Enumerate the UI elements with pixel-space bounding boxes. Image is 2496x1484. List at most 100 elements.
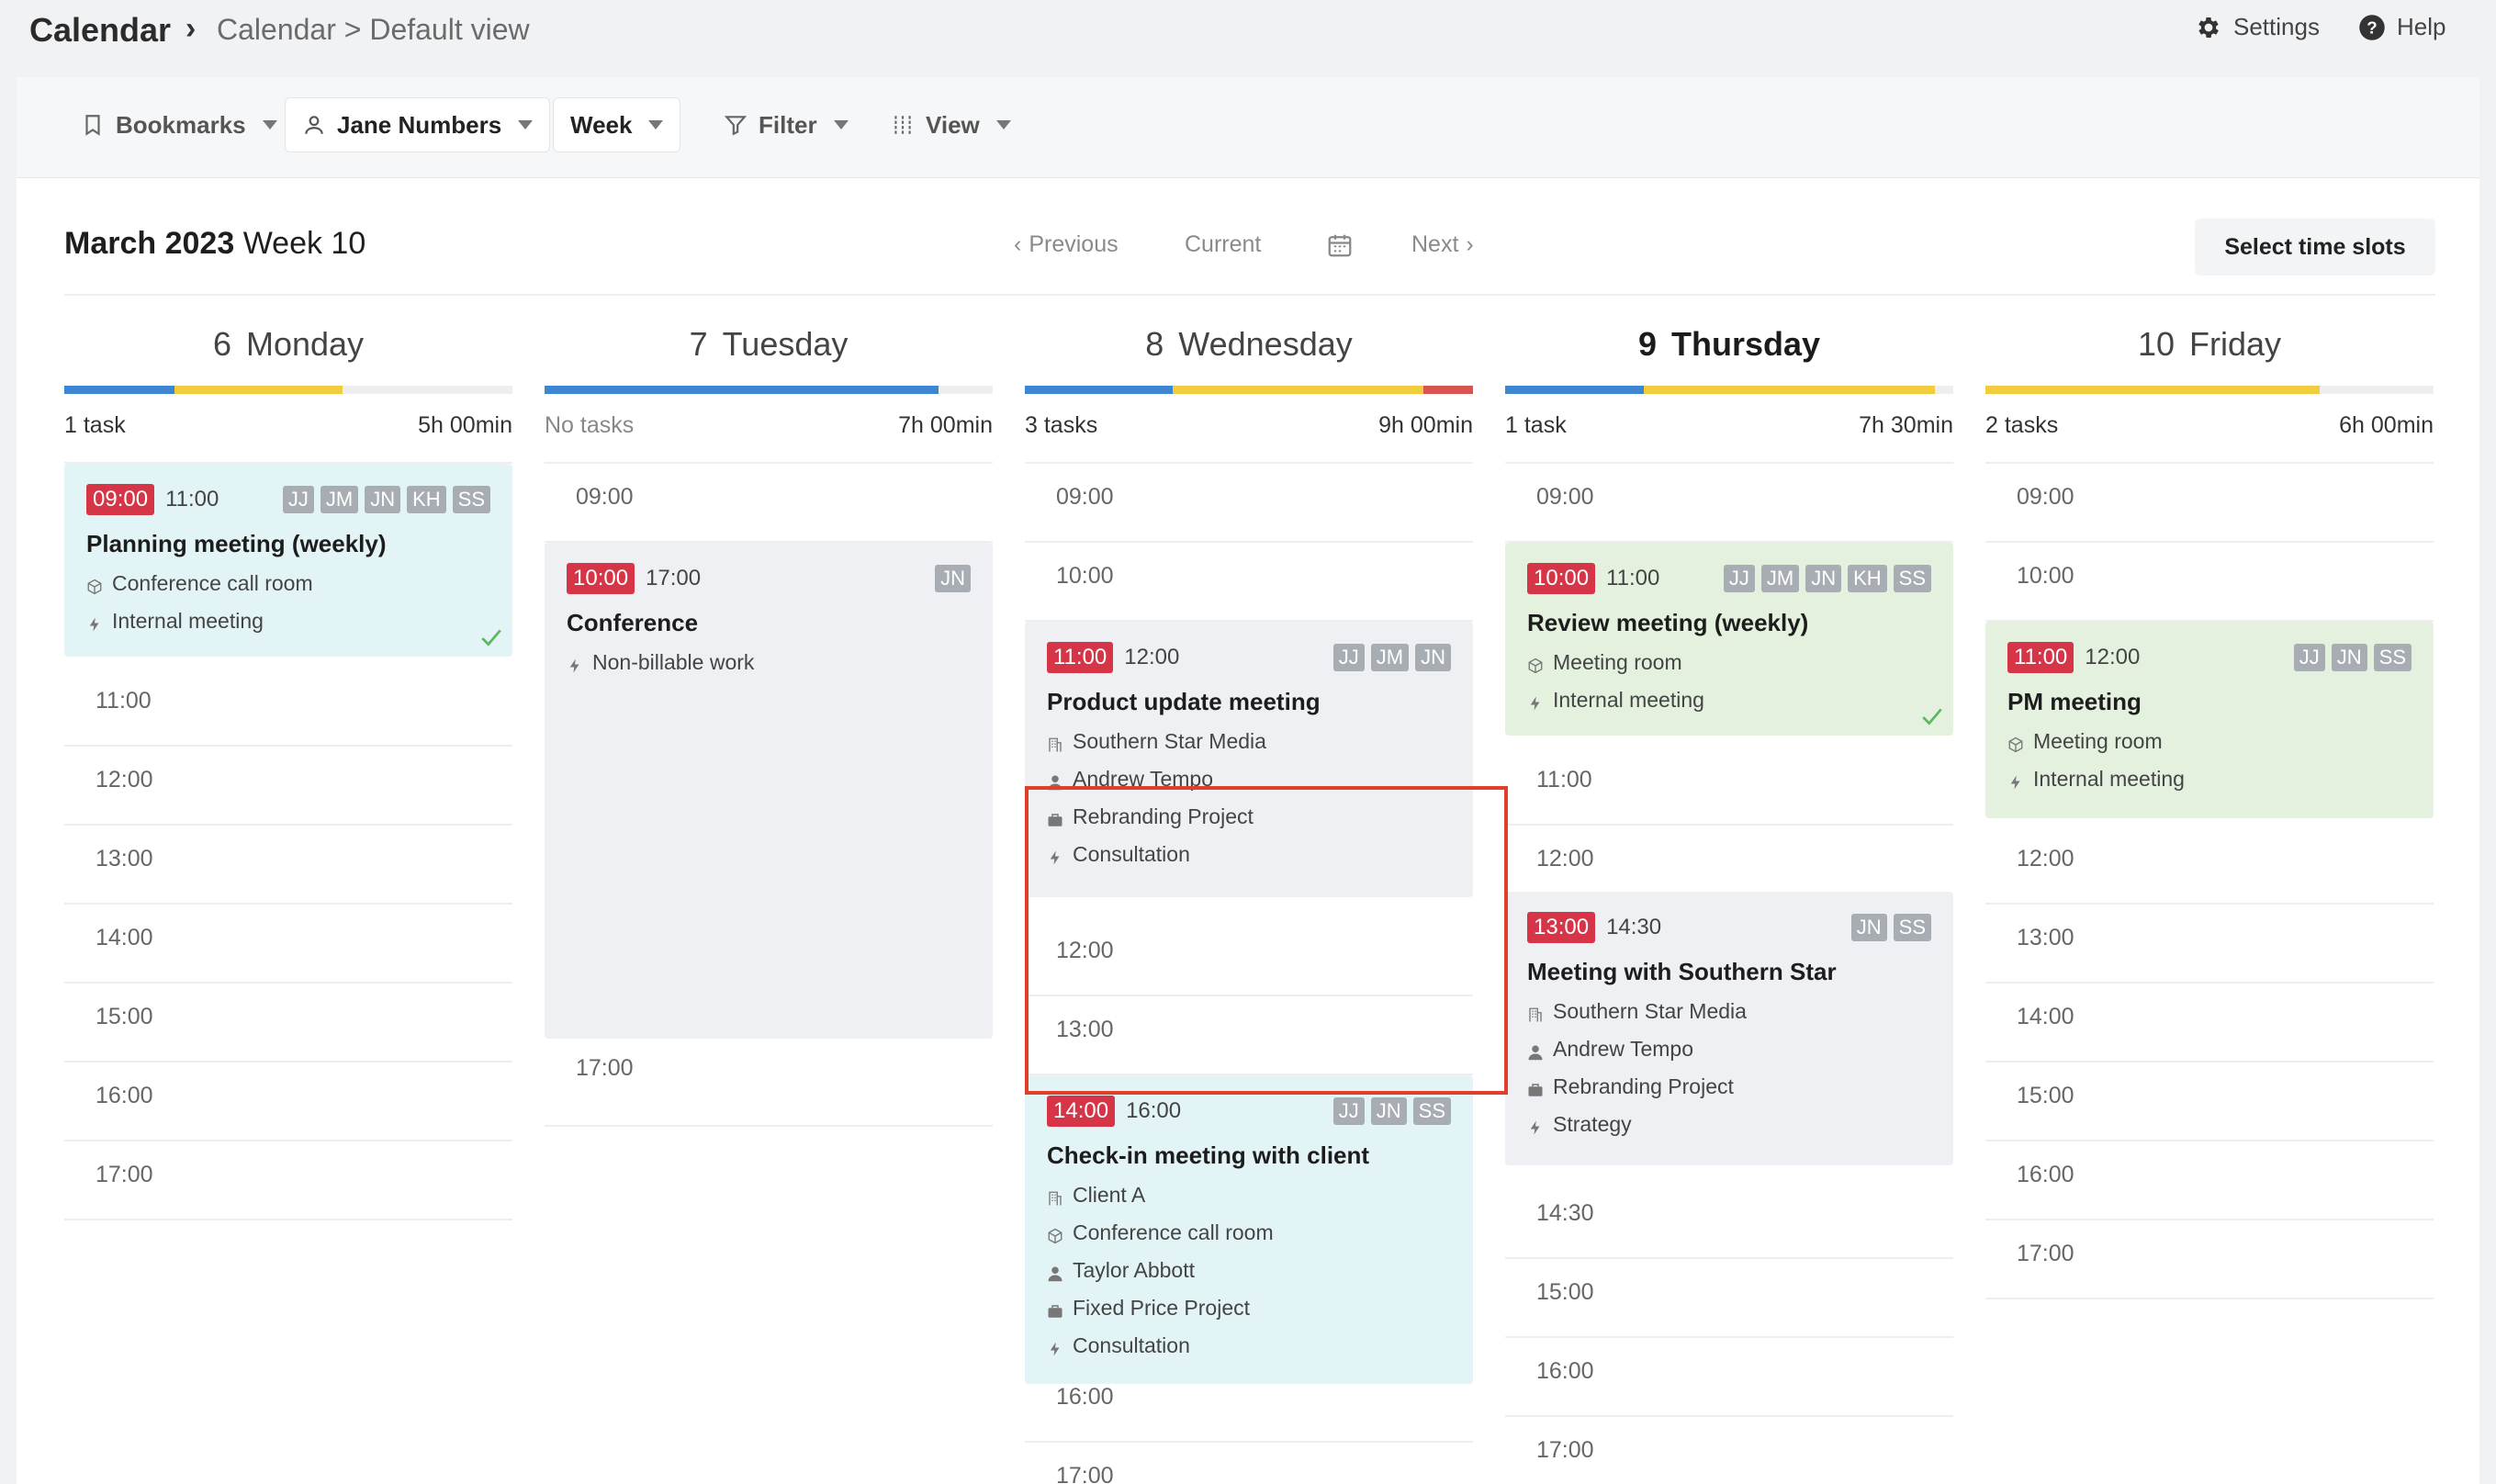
time-slot[interactable]: 14:00 xyxy=(64,905,512,984)
slot-time: 10:00 xyxy=(2017,563,2074,589)
slot-time: 17:00 xyxy=(96,1162,153,1187)
attendee-initials[interactable]: JN xyxy=(2331,644,2367,671)
event-detail: Fixed Price Project xyxy=(1047,1296,1451,1321)
event-card[interactable]: 09:00 11:00 JJ JM JN KH SS Planning meeting (we… xyxy=(64,464,512,657)
bolt-icon xyxy=(1047,1338,1063,1355)
time-slot[interactable]: 09:00 xyxy=(1505,464,1953,543)
help-link[interactable]: ? Help xyxy=(2358,13,2445,41)
attendee-initials[interactable]: KH xyxy=(1848,565,1887,592)
calendar-icon[interactable] xyxy=(1326,231,1354,259)
day-column-tuesday: 7 Tuesday No tasks 7h 00min 09:00 17:00 10:00 1… xyxy=(545,325,993,1127)
attendee-initials[interactable]: JJ xyxy=(2293,644,2325,671)
time-slot[interactable]: 16:00 xyxy=(1985,1141,2434,1220)
time-slot[interactable]: 17:00 xyxy=(545,1035,993,1127)
attendee-initials[interactable]: SS xyxy=(452,486,490,513)
time-slot[interactable]: 12:00 xyxy=(1985,826,2434,905)
attendees: JJ JM JN KH SS xyxy=(282,486,490,513)
event-card[interactable]: 11:00 12:00 JJ JM JN Product update meeting So… xyxy=(1025,622,1473,897)
event-card[interactable]: 11:00 12:00 JJ JN SS PM meeting Meeting room In… xyxy=(1985,622,2434,818)
attendees: JJ JN SS xyxy=(1332,1097,1451,1125)
time-slot[interactable]: 12:00 xyxy=(1025,917,1473,996)
attendee-initials[interactable]: JJ xyxy=(1332,644,1365,671)
bookmarks-dropdown[interactable]: Bookmarks xyxy=(64,97,294,152)
time-slot[interactable]: 14:00 xyxy=(1985,984,2434,1062)
load-segment xyxy=(1985,386,2320,394)
filter-dropdown[interactable]: Filter xyxy=(707,97,865,152)
event-card[interactable]: 10:00 11:00 JJ JM JN KH SS Review meeting (week… xyxy=(1505,543,1953,736)
time-slot[interactable]: 13:00 xyxy=(1985,905,2434,984)
event-card[interactable]: 14:00 16:00 JJ JN SS Check-in meeting with cl… xyxy=(1025,1075,1473,1384)
next-label: Next xyxy=(1411,231,1459,257)
view-dropdown[interactable]: View xyxy=(874,97,1028,152)
detail-text: Internal meeting xyxy=(2033,767,2185,791)
help-label: Help xyxy=(2397,13,2446,40)
time-slot[interactable]: 10:00 xyxy=(1025,543,1473,622)
attendee-initials[interactable]: JM xyxy=(320,486,359,513)
checkmark-icon xyxy=(481,629,501,646)
time-slot[interactable]: 15:00 xyxy=(1505,1259,1953,1338)
time-slot[interactable]: 09:00 xyxy=(545,464,993,543)
range-dropdown[interactable]: Week xyxy=(553,97,681,152)
time-slot[interactable]: 12:00 xyxy=(64,747,512,826)
settings-link[interactable]: Settings xyxy=(2195,13,2320,41)
time-slot[interactable]: 17:00 xyxy=(1025,1443,1473,1484)
attendee-initials[interactable]: SS xyxy=(1893,565,1931,592)
slot-time: 15:00 xyxy=(2017,1083,2074,1108)
attendee-initials[interactable]: KH xyxy=(407,486,446,513)
attendees: JJ JM JN KH SS xyxy=(1723,565,1931,592)
time-slot[interactable]: 10:00 xyxy=(1985,543,2434,622)
attendee-initials[interactable]: JN xyxy=(1805,565,1842,592)
day-header[interactable]: 9 Thursday xyxy=(1505,325,1953,371)
time-slot[interactable]: 13:00 xyxy=(1025,996,1473,1075)
time-slot[interactable]: 09:00 xyxy=(1985,464,2434,543)
attendee-initials[interactable]: JN xyxy=(1850,914,1887,941)
event-time: 10:00 17:00 JN xyxy=(567,563,971,594)
time-slot[interactable]: 13:00 xyxy=(64,826,512,905)
day-header[interactable]: 10 Friday xyxy=(1985,325,2434,371)
previous-button[interactable]: ‹ Previous xyxy=(1014,231,1119,258)
current-button[interactable]: Current xyxy=(1185,231,1261,258)
time-slot[interactable]: 14:30 xyxy=(1505,1180,1953,1259)
attendee-initials[interactable]: JN xyxy=(1415,644,1451,671)
attendee-initials[interactable]: JN xyxy=(935,565,971,592)
attendee-initials[interactable]: JN xyxy=(1370,1097,1407,1125)
time-slot[interactable]: 17:00 xyxy=(1505,1417,1953,1484)
load-segment xyxy=(64,386,174,394)
attendee-initials[interactable]: SS xyxy=(1412,1097,1451,1125)
attendee-initials[interactable]: JJ xyxy=(1332,1097,1365,1125)
slot-time: 13:00 xyxy=(2017,925,2074,950)
time-slot[interactable]: 17:00 xyxy=(64,1141,512,1220)
day-column-friday: 10 Friday 2 tasks 6h 00min 09:00 10:00 12:00 13… xyxy=(1985,325,2434,1299)
select-time-slots-button[interactable]: Select time slots xyxy=(2195,219,2435,275)
attendee-initials[interactable]: SS xyxy=(1893,914,1931,941)
attendee-initials[interactable]: JJ xyxy=(282,486,314,513)
next-button[interactable]: Next › xyxy=(1411,231,1474,258)
settings-label: Settings xyxy=(2233,13,2320,40)
day-header[interactable]: 6 Monday xyxy=(64,325,512,371)
time-slot[interactable]: 11:00 xyxy=(64,668,512,747)
top-bar: Calendar › Calendar > Default view Setti… xyxy=(0,0,2496,64)
day-number: 9 xyxy=(1637,325,1657,363)
time-slot[interactable]: 16:00 xyxy=(1505,1338,1953,1417)
time-slot[interactable]: 09:00 xyxy=(1025,464,1473,543)
chevron-down-icon xyxy=(648,120,664,129)
day-header[interactable]: 7 Tuesday xyxy=(545,325,993,371)
attendee-initials[interactable]: SS xyxy=(2373,644,2412,671)
breadcrumb[interactable]: Calendar > Default view xyxy=(217,13,530,47)
user-label: Jane Numbers xyxy=(337,110,502,139)
time-slot[interactable]: 11:00 xyxy=(1505,747,1953,826)
attendee-initials[interactable]: JM xyxy=(1760,565,1800,592)
time-slot[interactable]: 15:00 xyxy=(1985,1062,2434,1141)
event-card[interactable]: 10:00 17:00 JN Conference Non-billable work xyxy=(545,543,993,1039)
day-header[interactable]: 8 Wednesday xyxy=(1025,325,1473,371)
previous-label: Previous xyxy=(1029,231,1119,257)
user-dropdown[interactable]: Jane Numbers xyxy=(285,97,551,152)
time-slot[interactable]: 17:00 xyxy=(1985,1220,2434,1299)
attendee-initials[interactable]: JM xyxy=(1370,644,1410,671)
event-card[interactable]: 13:00 14:30 JN SS Meeting with Southern Star… xyxy=(1505,892,1953,1165)
attendee-initials[interactable]: JN xyxy=(365,486,401,513)
load-segment xyxy=(1423,386,1473,394)
attendee-initials[interactable]: JJ xyxy=(1723,565,1755,592)
time-slot[interactable]: 15:00 xyxy=(64,984,512,1062)
time-slot[interactable]: 16:00 xyxy=(64,1062,512,1141)
